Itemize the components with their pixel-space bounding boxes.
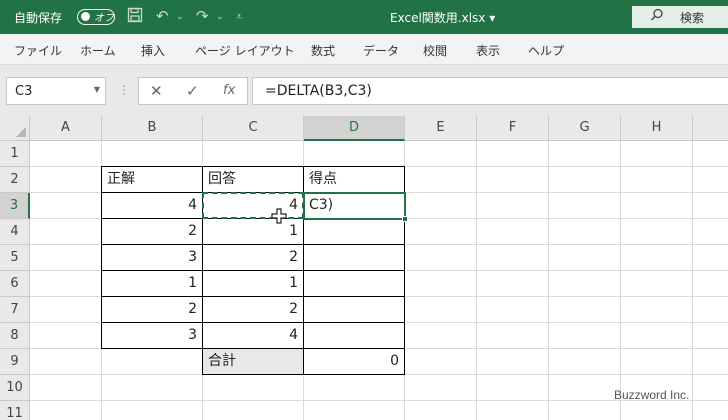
cell-c4[interactable]: 1 (202, 218, 304, 245)
row-header-8[interactable]: 8 (0, 323, 30, 349)
chevron-down-icon[interactable]: ▼ (94, 85, 100, 94)
formula-input[interactable]: =DELTA(B3,C3) (252, 77, 728, 105)
cell-b6[interactable]: 1 (101, 270, 203, 297)
fill-handle[interactable] (402, 216, 408, 222)
column-header-f[interactable]: F (477, 116, 549, 141)
active-cell-d3[interactable] (303, 192, 408, 222)
toggle-knob (81, 12, 90, 21)
ribbon-tabs: ファイル ホーム 挿入 ページ レイアウト 数式 データ 校閲 表示 ヘルプ (0, 34, 728, 65)
cell-select-cursor-icon (271, 208, 287, 228)
tab-home[interactable]: ホーム (80, 42, 116, 59)
tab-formulas[interactable]: 数式 (311, 42, 335, 59)
undo-icon[interactable]: ↶ (156, 7, 169, 25)
column-header-g[interactable]: G (549, 116, 621, 141)
row-header-10[interactable]: 10 (0, 375, 30, 401)
column-header-a[interactable]: A (30, 116, 102, 141)
worksheet-grid[interactable]: A B C D E F G H 1 2 3 4 5 6 7 8 9 10 11 … (0, 116, 728, 420)
select-all-triangle-icon (16, 127, 26, 137)
cell-b4[interactable]: 2 (101, 218, 203, 245)
column-header-b[interactable]: B (102, 116, 203, 141)
cell-c6[interactable]: 1 (202, 270, 304, 297)
row-header-11[interactable]: 11 (0, 401, 30, 420)
row-header-1[interactable]: 1 (0, 141, 30, 167)
redo-icon[interactable]: ↷ (196, 7, 209, 25)
column-header-c[interactable]: C (203, 116, 304, 141)
cell-b8[interactable]: 3 (101, 322, 203, 349)
search-icon (650, 8, 664, 26)
tab-data[interactable]: データ (363, 42, 399, 59)
cell-b2[interactable]: 正解 (101, 166, 203, 193)
cell-d4[interactable] (303, 218, 405, 245)
gridline (548, 141, 549, 420)
tab-insert[interactable]: 挿入 (141, 42, 165, 59)
row-header-7[interactable]: 7 (0, 297, 30, 323)
gridline (692, 141, 693, 420)
autosave-toggle[interactable]: オフ (77, 9, 115, 25)
tab-file[interactable]: ファイル (14, 42, 62, 59)
cell-d5[interactable] (303, 244, 405, 271)
column-header-i[interactable] (693, 116, 728, 141)
cell-d9-total-value[interactable]: 0 (303, 348, 405, 375)
cancel-icon[interactable]: ✕ (150, 82, 163, 100)
formula-bar-area: C3 ▼ ⋮ ✕ ✓ fx =DELTA(B3,C3) (0, 65, 728, 116)
formula-text: =DELTA(B3,C3) (265, 83, 372, 99)
cell-d2[interactable]: 得点 (303, 166, 405, 193)
name-box[interactable]: C3 ▼ (6, 77, 106, 105)
select-all-button[interactable] (0, 116, 30, 141)
row-header-2[interactable]: 2 (0, 167, 30, 193)
reference-marquee-c3 (202, 192, 304, 219)
search-box[interactable]: 検索 (632, 6, 728, 28)
cell-c9-total-label[interactable]: 合計 (202, 348, 304, 375)
cell-d8[interactable] (303, 322, 405, 349)
cell-d6[interactable] (303, 270, 405, 297)
cell-c8[interactable]: 4 (202, 322, 304, 349)
insert-function-icon[interactable]: fx (223, 83, 235, 98)
search-label: 検索 (680, 11, 705, 25)
row-header-5[interactable]: 5 (0, 245, 30, 271)
name-box-value: C3 (15, 84, 33, 99)
tab-page-layout[interactable]: ページ レイアウト (195, 42, 295, 59)
file-name[interactable]: Excel関数用.xlsx ▾ (390, 9, 495, 26)
more-options-icon[interactable]: ⋮ (118, 83, 130, 97)
enter-check-icon[interactable]: ✓ (186, 82, 199, 100)
save-icon[interactable] (127, 7, 143, 27)
gridline (620, 141, 621, 420)
title-bar: 自動保存 オフ ↶ ⌄ ↷ ⌄ ⩡ Excel関数用.xlsx ▾ 検索 (0, 0, 728, 34)
gridline (476, 141, 477, 420)
row-header-3[interactable]: 3 (0, 193, 30, 219)
column-header-e[interactable]: E (405, 116, 477, 141)
redo-dropdown-icon[interactable]: ⌄ (216, 12, 224, 22)
cell-b5[interactable]: 3 (101, 244, 203, 271)
row-header-4[interactable]: 4 (0, 219, 30, 245)
tab-help[interactable]: ヘルプ (528, 42, 564, 59)
tab-view[interactable]: 表示 (476, 42, 500, 59)
row-header-9[interactable]: 9 (0, 349, 30, 375)
column-header-h[interactable]: H (621, 116, 693, 141)
cell-c2[interactable]: 回答 (202, 166, 304, 193)
tab-review[interactable]: 校閲 (423, 42, 447, 59)
cell-c5[interactable]: 2 (202, 244, 304, 271)
autosave-label: 自動保存 (14, 11, 63, 25)
autosave-toggle-text: オフ (94, 13, 114, 24)
customize-qat-icon[interactable]: ⩡ (236, 10, 242, 24)
column-header-d[interactable]: D (304, 116, 405, 141)
row-header-6[interactable]: 6 (0, 271, 30, 297)
cell-d7[interactable] (303, 296, 405, 323)
undo-dropdown-icon[interactable]: ⌄ (176, 12, 184, 22)
formula-buttons: ✕ ✓ fx (138, 77, 248, 105)
watermark: Buzzword Inc. (614, 388, 690, 402)
cell-b7[interactable]: 2 (101, 296, 203, 323)
cell-c7[interactable]: 2 (202, 296, 304, 323)
cell-b3[interactable]: 4 (101, 192, 203, 219)
